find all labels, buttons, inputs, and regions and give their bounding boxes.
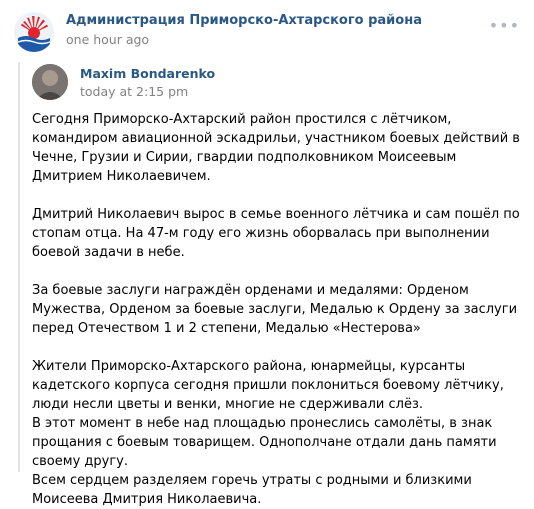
wall-post: Администрация Приморско-Ахтарского район… xyxy=(0,0,534,507)
user-photo-icon xyxy=(32,64,68,100)
paragraph: Дмитрий Николаевич вырос в семье военног… xyxy=(32,207,520,260)
repost-time-link[interactable]: today at 2:15 pm xyxy=(80,84,188,99)
post-header: Администрация Приморско-Ахтарского район… xyxy=(14,12,534,52)
repost-author-link[interactable]: Maxim Bondarenko xyxy=(80,66,215,81)
paragraph: Жители Приморско-Ахтарского района, юнар… xyxy=(32,359,504,412)
repost-divider xyxy=(18,62,20,472)
paragraph: В этот момент в небе над площадью пронес… xyxy=(32,416,497,469)
group-name-link[interactable]: Администрация Приморско-Ахтарского район… xyxy=(66,13,422,28)
group-logo-icon xyxy=(14,12,54,52)
group-avatar[interactable] xyxy=(14,12,54,52)
more-dots-icon[interactable]: ••• xyxy=(489,16,520,35)
user-avatar[interactable] xyxy=(32,64,68,100)
post-time-link[interactable]: one hour ago xyxy=(66,32,149,47)
repost-text: Сегодня Приморско-Ахтарский район прости… xyxy=(32,110,522,509)
paragraph: Всем сердцем разделяем горечь утраты с р… xyxy=(32,473,472,507)
paragraph: Сегодня Приморско-Ахтарский район прости… xyxy=(32,112,520,184)
paragraph: За боевые заслуги награждён орденами и м… xyxy=(32,283,518,336)
